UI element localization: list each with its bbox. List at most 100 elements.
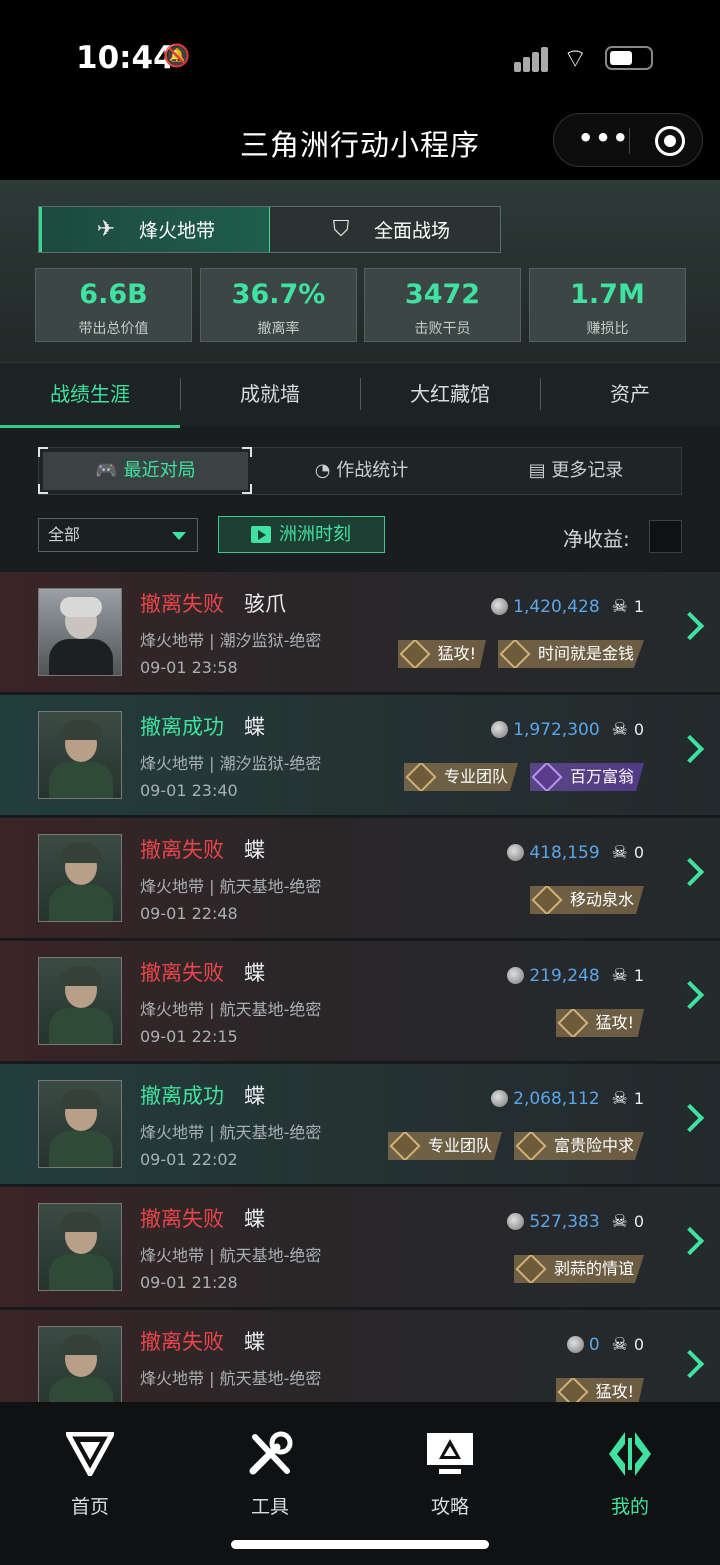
row-divider — [0, 692, 720, 694]
stat-label: 击败干员 — [414, 321, 471, 337]
achievement-badge: 猛攻! — [397, 640, 486, 668]
match-row[interactable]: 撤离成功蝶烽火地带 | 航天基地-绝密 09-01 22:02 2,068,112 ☠… — [0, 1064, 720, 1186]
dropdown-arrow-icon — [172, 532, 186, 540]
badge-label: 剥蒜的情谊 — [553, 1259, 634, 1278]
stat-label: 带出总价值 — [78, 321, 149, 337]
match-map: 烽火地带 | 航天基地-绝密 — [140, 1369, 322, 1388]
tab-collection[interactable]: 大红藏馆 — [360, 363, 540, 427]
moments-button[interactable]: 洲洲时刻 — [218, 516, 385, 553]
tab-divider — [540, 378, 541, 410]
operator-name: 蝶 — [244, 1330, 265, 1354]
operator-avatar — [38, 834, 122, 922]
chevron-right-icon[interactable] — [675, 734, 705, 764]
match-value: 219,248 ☠ 1 — [507, 965, 644, 986]
bottom-nav-guide[interactable]: 攻略 — [395, 1428, 505, 1519]
coin-icon — [491, 1090, 509, 1107]
bottom-nav-label: 攻略 — [430, 1496, 469, 1518]
tab-assets[interactable]: 资产 — [540, 363, 720, 427]
badge-emblem-icon — [399, 640, 431, 668]
badge-emblem-icon — [531, 763, 563, 791]
subtab-label: 作战统计 — [336, 460, 409, 481]
stat-label: 赚损比 — [586, 321, 629, 337]
chevron-right-icon[interactable] — [675, 980, 705, 1010]
stat-card-kills: 3472 击败干员 — [364, 268, 521, 342]
bottom-nav-profile[interactable]: 我的 — [575, 1428, 685, 1519]
mode-label: 全面战场 — [374, 220, 451, 242]
match-time: 09-01 23:40 — [140, 781, 238, 800]
value-amount: 219,248 — [529, 965, 600, 986]
kill-count: 0 — [633, 843, 644, 862]
match-list: 撤离失败 骇爪 烽火地带 | 潮汐监狱-绝密 09-01 23:58 1,420,428… — [0, 572, 720, 1402]
achievement-badge: 移动泉水 — [529, 886, 644, 914]
bottom-nav-label: 首页 — [70, 1496, 109, 1518]
match-row[interactable]: 撤离失败蝶烽火地带 | 航天基地-绝密 09-01 22:48 418,159 ☠ 0 移… — [0, 818, 720, 940]
operator-avatar — [38, 588, 122, 676]
chevron-right-icon[interactable] — [675, 1349, 705, 1379]
match-row[interactable]: 撤离失败蝶烽火地带 | 航天基地-绝密 09-01 22:15 219,248 ☠ 1 猛… — [0, 941, 720, 1063]
mode-tab-fullbattle[interactable]: ⛉ 全面战场 — [270, 207, 501, 252]
more-options-icon[interactable]: ••• — [578, 124, 630, 152]
achievement-badge: 百万富翁 — [529, 763, 644, 791]
match-map: 烽火地带 | 航天基地-绝密 — [140, 1246, 322, 1265]
tab-achievements[interactable]: 成就墙 — [180, 363, 360, 427]
mode-tab-firezone[interactable]: ✈ 烽火地带 — [39, 207, 270, 252]
kill-count: 1 — [633, 1089, 644, 1108]
match-row[interactable]: 撤离失败蝶烽火地带 | 航天基地-绝密 0 ☠ 0 猛攻! — [0, 1310, 720, 1402]
close-mini-program-icon[interactable] — [655, 126, 685, 156]
badge-group: 移动泉水 — [529, 886, 644, 914]
match-time: 09-01 21:28 — [140, 1273, 238, 1292]
coin-icon — [507, 967, 525, 984]
shield-emblem-icon: ⛉ — [332, 217, 350, 242]
mute-bell-icon: 🔕 — [163, 44, 191, 69]
match-row[interactable]: 撤离失败蝶烽火地带 | 航天基地-绝密 09-01 21:28 527,383 ☠ 0 剥… — [0, 1187, 720, 1309]
record-subtabs: 🎮 最近对局 ◔ 作战统计 ▤ 更多记录 — [38, 447, 682, 495]
tab-career[interactable]: 战绩生涯 — [0, 363, 180, 428]
bottom-nav-tools[interactable]: 工具 — [215, 1428, 325, 1519]
chevron-right-icon[interactable] — [675, 611, 705, 641]
badge-group: 猛攻! — [555, 1378, 644, 1402]
subtab-recent-matches[interactable]: 🎮 最近对局 — [43, 452, 248, 490]
profile-logo-icon — [575, 1428, 685, 1480]
chevron-right-icon[interactable] — [675, 857, 705, 887]
achievement-badge: 富贵险中求 — [513, 1132, 644, 1160]
subtab-more-records[interactable]: ▤ 更多记录 — [469, 448, 683, 494]
subtab-label: 更多记录 — [551, 460, 624, 481]
match-value: 527,383 ☠ 0 — [507, 1211, 644, 1232]
operator-name: 蝶 — [244, 715, 265, 739]
row-divider — [0, 1184, 720, 1186]
coin-icon — [491, 598, 509, 615]
bottom-nav-label: 工具 — [250, 1496, 289, 1518]
badge-emblem-icon — [389, 1132, 421, 1160]
bottom-nav-home[interactable]: 首页 — [35, 1428, 145, 1519]
chevron-right-icon[interactable] — [675, 1103, 705, 1133]
subtab-combat-stats[interactable]: ◔ 作战统计 — [254, 448, 469, 494]
row-divider — [0, 815, 720, 817]
guide-monitor-icon — [395, 1428, 505, 1480]
value-amount: 1,972,300 — [513, 719, 600, 740]
subtab-label: 最近对局 — [123, 460, 196, 481]
cellular-signal-icon — [514, 44, 550, 72]
match-row[interactable]: 撤离失败 骇爪 烽火地带 | 潮汐监狱-绝密 09-01 23:58 1,420,428… — [0, 572, 720, 694]
match-time: 09-01 22:48 — [140, 904, 238, 923]
match-filter-select[interactable]: 全部 — [38, 518, 198, 552]
status-time: 10:44 — [76, 40, 175, 76]
skull-icon: ☠ — [611, 596, 628, 617]
mode-switcher: ✈ 烽火地带 ⛉ 全面战场 — [38, 206, 501, 253]
match-row[interactable]: 撤离成功蝶烽火地带 | 潮汐监狱-绝密 09-01 23:40 1,972,300 ☠… — [0, 695, 720, 817]
operator-name: 蝶 — [244, 961, 265, 985]
extraction-result: 撤离失败 — [140, 838, 224, 862]
extraction-result: 撤离失败 — [140, 1330, 224, 1354]
stat-card-extract-rate: 36.7% 撤离率 — [200, 268, 357, 342]
capsule-divider — [629, 128, 630, 154]
row-divider — [0, 938, 720, 940]
extraction-result: 撤离失败 — [140, 961, 224, 985]
tab-divider — [360, 378, 361, 410]
match-value: 2,068,112 ☠ 1 — [491, 1088, 644, 1109]
kill-count: 0 — [633, 1335, 644, 1354]
achievement-badge: 专业团队 — [403, 763, 518, 791]
net-income-checkbox[interactable] — [649, 520, 682, 553]
chevron-right-icon[interactable] — [675, 1226, 705, 1256]
match-map: 烽火地带 | 航天基地-绝密 — [140, 1000, 322, 1019]
battery-icon — [605, 46, 653, 70]
extraction-result: 撤离失败 — [140, 1207, 224, 1231]
